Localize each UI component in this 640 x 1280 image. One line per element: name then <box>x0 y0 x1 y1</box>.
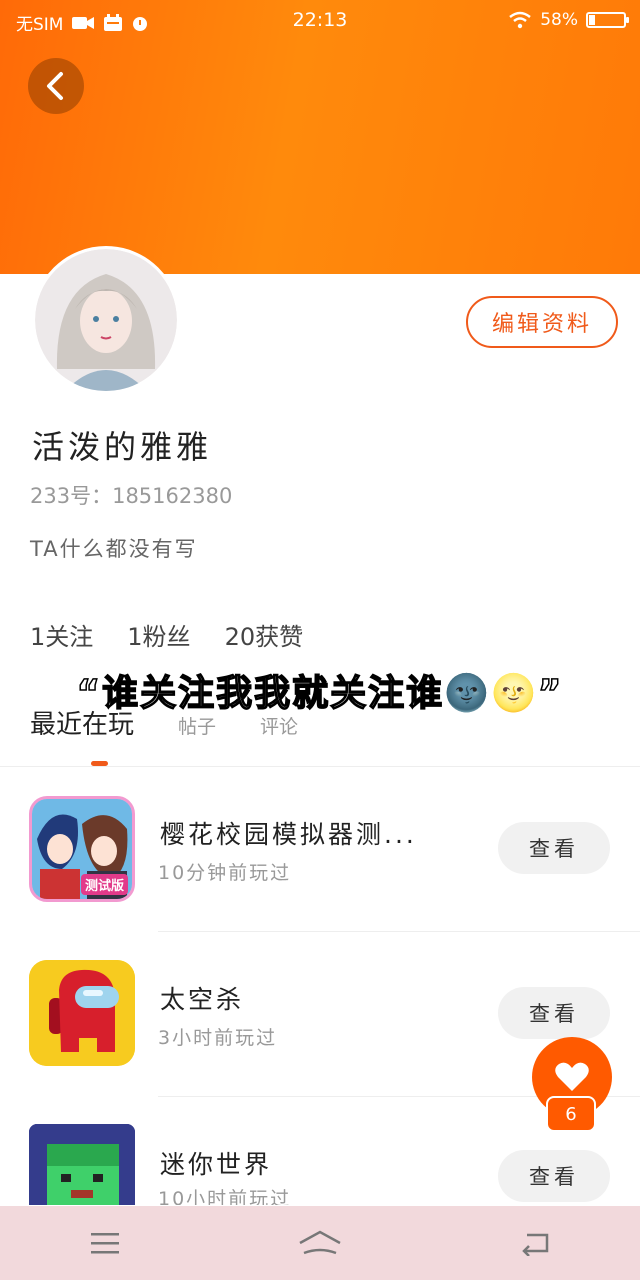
game-icon-among-us <box>29 960 135 1066</box>
list-item[interactable]: 测试版 樱花校园模拟器测... 10分钟前玩过 查看 <box>0 767 640 927</box>
profile-header-banner <box>0 0 640 274</box>
following-count[interactable]: 1关注 <box>30 617 93 652</box>
game-last-played: 10小时前玩过 <box>158 1188 292 1205</box>
view-game-button[interactable]: 查看 <box>498 1150 610 1202</box>
view-game-button[interactable]: 查看 <box>498 987 610 1039</box>
test-version-badge: 测试版 <box>80 874 128 895</box>
game-icon-sakura: 测试版 <box>29 796 135 902</box>
back-button[interactable] <box>28 58 84 114</box>
status-bar: 无SIM 22:13 58% <box>0 0 640 40</box>
tab-posts[interactable]: 帖子 <box>178 712 216 739</box>
home-icon[interactable] <box>298 1229 342 1257</box>
game-last-played: 3小时前玩过 <box>158 1027 278 1049</box>
fans-count[interactable]: 1粉丝 <box>127 617 190 652</box>
game-title: 迷你世界 <box>160 1150 273 1179</box>
game-title: 太空杀 <box>160 985 245 1014</box>
back-icon[interactable] <box>519 1230 551 1256</box>
wifi-icon <box>509 11 531 29</box>
game-title: 樱花校园模拟器测... <box>160 820 417 849</box>
battery-percent: 58% <box>540 10 578 30</box>
likes-count: 20获赞 <box>224 623 304 651</box>
username: 活泼的雅雅 <box>32 428 213 466</box>
game-last-played: 10分钟前玩过 <box>158 862 292 884</box>
status-right: 58% <box>508 10 629 30</box>
view-game-button[interactable]: 查看 <box>498 822 610 874</box>
avatar[interactable] <box>32 246 180 394</box>
like-count-badge: 6 <box>546 1096 596 1132</box>
user-bio: TA什么都没有写 <box>30 537 198 561</box>
user-id: 233号：185162380 <box>30 484 233 508</box>
battery-icon <box>586 12 629 28</box>
menu-icon[interactable] <box>89 1230 121 1256</box>
chevron-left-icon <box>47 72 63 100</box>
game-icon-mini-world <box>29 1124 135 1205</box>
profile-tabs: 最近在玩 帖子 评论 <box>30 704 298 741</box>
heart-icon <box>555 1062 589 1091</box>
avatar-image <box>35 249 177 391</box>
tab-comments[interactable]: 评论 <box>260 712 298 739</box>
mini-world-artwork <box>29 1124 135 1205</box>
tab-recently-played[interactable]: 最近在玩 <box>30 704 134 741</box>
edit-profile-button[interactable]: 编辑资料 <box>466 296 618 348</box>
system-nav-bar <box>0 1206 640 1280</box>
list-item[interactable]: 迷你世界 10小时前玩过 查看 <box>0 1097 640 1205</box>
profile-stats: 1关注 1粉丝 20获赞 <box>30 617 303 652</box>
crewmate-artwork <box>29 960 135 1066</box>
